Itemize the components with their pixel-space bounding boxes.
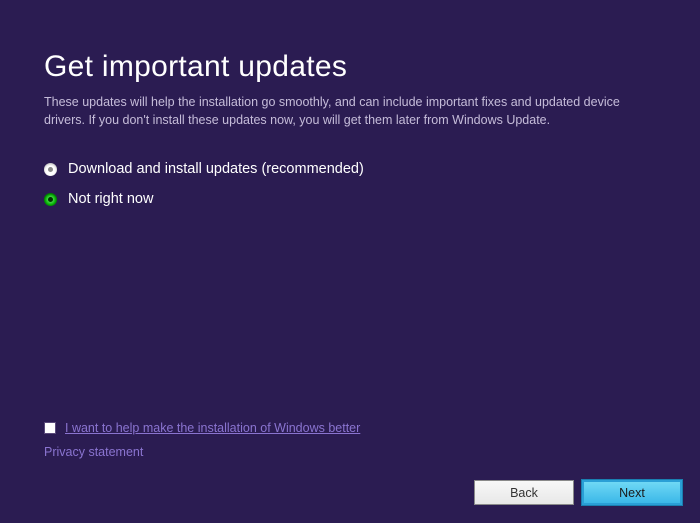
navigation-buttons: Back Next [474,480,682,505]
back-button[interactable]: Back [474,480,574,505]
radio-icon [44,193,57,206]
next-button[interactable]: Next [582,480,682,505]
radio-option-later[interactable]: Not right now [44,191,656,207]
privacy-statement-link[interactable]: Privacy statement [44,445,143,459]
page-description: These updates will help the installation… [44,94,644,129]
setup-page: Get important updates These updates will… [0,0,700,207]
update-options-group: Download and install updates (recommende… [44,161,656,207]
page-title: Get important updates [44,50,656,84]
help-improve-link[interactable]: I want to help make the installation of … [65,421,360,435]
radio-label-later: Not right now [68,191,153,207]
radio-label-download: Download and install updates (recommende… [68,161,364,177]
help-checkbox-row[interactable]: I want to help make the installation of … [44,421,360,435]
checkbox-icon[interactable] [44,422,56,434]
radio-icon [44,163,57,176]
footer-links: I want to help make the installation of … [44,421,360,461]
radio-option-download[interactable]: Download and install updates (recommende… [44,161,656,177]
